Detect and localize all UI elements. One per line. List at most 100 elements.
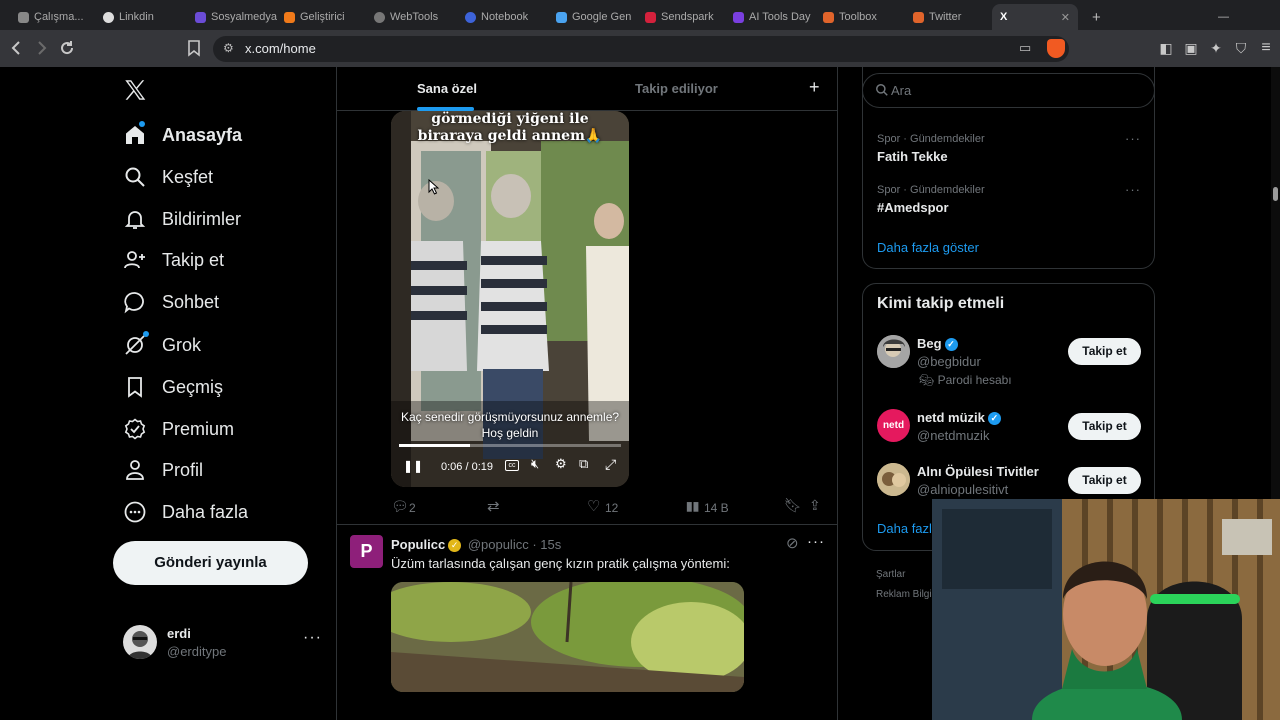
sidebar-toggle-icon[interactable]: ◧ — [1156, 38, 1176, 58]
browser-tab[interactable]: Çalışma... — [18, 6, 84, 28]
tab-label: WebTools — [390, 11, 439, 23]
cast-icon[interactable]: ▭ — [1019, 40, 1031, 56]
profile-icon — [122, 457, 148, 483]
fullscreen-icon[interactable]: ⤢ — [605, 456, 616, 473]
sidebar-item-chat[interactable]: Sohbet — [122, 285, 219, 319]
sidebar-item-more[interactable]: Daha fazla — [122, 495, 248, 529]
tweet[interactable]: P Populicc ✓ @populicc · 15s ⊘ ··· Üzüm t… — [337, 525, 837, 720]
follow-button[interactable]: Takip et — [1068, 338, 1141, 365]
suggestion-name[interactable]: Beg ✓ — [917, 336, 958, 352]
tab-favicon-icon — [284, 11, 295, 23]
trend-item[interactable]: Spor · Gündemdekiler #Amedspor — [877, 184, 985, 215]
browser-tab[interactable]: Geliştirici — [284, 6, 345, 28]
reply-icon[interactable]: 💬︎ — [391, 498, 409, 515]
trend-more-icon[interactable]: ··· — [1125, 182, 1141, 197]
suggestion-handle: @alniopulesitivt — [917, 482, 1009, 497]
show-more-link[interactable]: Daha fazla — [877, 521, 939, 536]
sidebar-item-label: Bildirimler — [162, 208, 242, 229]
captions-icon[interactable]: cc — [505, 460, 519, 471]
mouse-cursor-icon — [428, 178, 440, 200]
follow-button[interactable]: Takip et — [1068, 413, 1141, 440]
reload-icon[interactable] — [57, 38, 77, 58]
sidebar-item-follow[interactable]: Takip et — [122, 243, 224, 277]
video-progress-track[interactable] — [399, 444, 621, 447]
tab-label: Sosyalmedya — [211, 11, 278, 23]
retweet-icon[interactable]: ⇄ — [487, 497, 500, 515]
bookmark-page-icon[interactable] — [184, 38, 204, 58]
tab-for-you[interactable]: Sana özel — [417, 81, 477, 96]
avatar[interactable] — [877, 463, 910, 496]
sidebar-item-notifications[interactable]: Bildirimler — [122, 202, 241, 236]
browser-tab[interactable]: AI Tools Day — [733, 6, 811, 28]
picture-in-picture-icon[interactable]: ⧉ — [579, 456, 588, 472]
sidebar-item-bookmarks[interactable]: Geçmiş — [122, 370, 223, 404]
tweet-author-name[interactable]: Populicc — [391, 537, 445, 552]
show-more-link[interactable]: Daha fazla göster — [877, 240, 979, 255]
browser-tab[interactable]: Google Gen — [556, 6, 631, 28]
trend-more-icon[interactable]: ··· — [1125, 131, 1141, 146]
tab-close-icon[interactable]: ✕ — [1061, 11, 1070, 24]
account-switcher[interactable]: erdi @erditype ··· — [115, 617, 330, 667]
minimize-icon[interactable]: — — [1218, 6, 1229, 28]
address-bar[interactable]: ⚙ x.com/home ▭ — [213, 36, 1069, 62]
video-time: 0:06 / 0:19 — [441, 461, 493, 473]
bookmark-tweet-icon[interactable]: 🔖︎ — [784, 497, 802, 514]
trend-topic: #Amedspor — [877, 200, 949, 215]
column-divider — [837, 67, 838, 720]
browser-tab-active[interactable]: X ✕ — [992, 4, 1078, 30]
site-settings-icon[interactable]: ⚙ — [223, 41, 234, 55]
tab-label: Notebook — [481, 11, 529, 23]
vpn-icon[interactable]: ⛉ — [1231, 38, 1251, 58]
suggestion-name[interactable]: Alnı Öpülesi Tivitler — [917, 464, 1039, 479]
more-dots-icon[interactable]: ··· — [303, 629, 322, 647]
avatar[interactable] — [877, 335, 910, 368]
forward-icon[interactable] — [31, 38, 51, 58]
post-button[interactable]: Gönderi yayınla — [113, 541, 308, 585]
footer-link-terms[interactable]: Şartlar — [876, 569, 905, 580]
browser-tab[interactable]: Notebook — [465, 6, 528, 28]
grok-tweet-icon[interactable]: ⊘ — [786, 534, 799, 552]
avatar — [123, 625, 157, 659]
views-icon[interactable]: ▮▮ — [686, 499, 699, 513]
wallet-icon[interactable]: ▣ — [1181, 38, 1201, 58]
who-to-follow-title: Kimi takip etmeli — [877, 295, 1005, 312]
browser-tab[interactable]: Toolbox — [823, 6, 877, 28]
trend-item[interactable]: Spor · Gündemdekiler Fatih Tekke — [877, 133, 985, 164]
browser-tab[interactable]: Linkdin — [103, 6, 154, 28]
sidebar-item-explore[interactable]: Keşfet — [122, 160, 213, 194]
suggestion-name[interactable]: netd müzik ✓ — [917, 410, 1001, 426]
pause-icon[interactable]: ❚❚ — [403, 459, 423, 473]
tab-following[interactable]: Takip ediliyor — [635, 81, 718, 96]
add-tab-icon[interactable]: + — [809, 77, 820, 98]
back-icon[interactable] — [7, 38, 27, 58]
leo-ai-icon[interactable]: ✦ — [1206, 38, 1226, 58]
browser-toolbar: ⚙ x.com/home ▭ ◧ ▣ ✦ ⛉ ≡ — [0, 30, 1280, 67]
mute-icon[interactable]: 🔇︎ — [531, 456, 539, 472]
tweet-more-icon[interactable]: ··· — [807, 533, 825, 550]
suggestion-name-text: netd müzik — [917, 410, 985, 425]
populicc-avatar-icon[interactable]: P — [350, 535, 383, 568]
video-player[interactable]: görmediği yiğeni ile biraraya geldi anne… — [391, 111, 629, 487]
browser-tab[interactable]: Sosyalmedya — [195, 6, 277, 28]
scrollbar-thumb[interactable] — [1273, 187, 1278, 201]
x-logo-icon[interactable] — [122, 77, 150, 105]
menu-icon[interactable]: ≡ — [1256, 38, 1276, 58]
browser-tab[interactable]: WebTools — [374, 6, 438, 28]
follow-button[interactable]: Takip et — [1068, 467, 1141, 494]
sidebar-item-premium[interactable]: Premium — [122, 412, 234, 446]
sidebar-item-profile[interactable]: Profil — [122, 453, 203, 487]
sidebar-item-label: Anasayfa — [162, 124, 243, 145]
tweet-author-handle[interactable]: @populicc — [468, 537, 529, 552]
share-icon[interactable]: ⇪ — [809, 497, 821, 514]
tweet-time[interactable]: 15s — [540, 537, 561, 552]
settings-icon[interactable]: ⚙ — [555, 456, 567, 472]
tab-label: Twitter — [929, 11, 962, 23]
tweet-media[interactable] — [391, 582, 744, 692]
sidebar-item-grok[interactable]: Grok — [122, 328, 201, 362]
browser-tab[interactable]: Twitter — [913, 6, 961, 28]
new-tab-icon[interactable]: + — [1092, 6, 1101, 28]
like-icon[interactable]: ♡ — [587, 497, 600, 515]
brave-shield-icon[interactable] — [1047, 39, 1065, 58]
avatar[interactable]: netd — [877, 409, 910, 442]
browser-tab[interactable]: Sendspark — [645, 6, 714, 28]
